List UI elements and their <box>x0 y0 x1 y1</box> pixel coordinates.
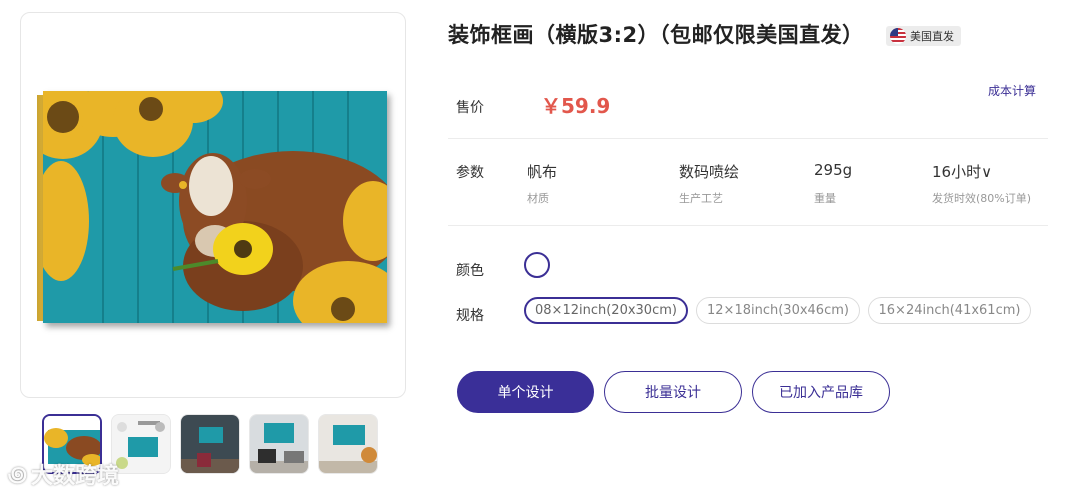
product-title: 装饰框画（横版3:2）（包邮仅限美国直发） <box>448 23 864 47</box>
ship-badge-label: 美国直发 <box>910 30 954 43</box>
price-value: ￥59.9 <box>541 94 611 118</box>
size-label: 规格 <box>456 308 484 324</box>
thumbnail-5[interactable] <box>318 414 378 474</box>
batch-design-button[interactable]: 批量设计 <box>604 371 742 413</box>
single-design-button[interactable]: 单个设计 <box>457 371 594 413</box>
thumbnail-3[interactable] <box>180 414 240 474</box>
param-weight-value: 295g <box>814 161 853 179</box>
param-process-value: 数码喷绘 <box>679 163 740 181</box>
param-material-value: 帆布 <box>527 163 558 181</box>
param-shipping-time-caption: 发货时效(80%订单) <box>932 192 1032 205</box>
main-product-image <box>43 91 387 323</box>
param-shipping-time-dropdown[interactable]: 16小时∨ <box>932 161 992 182</box>
watermark-text: 大数跨境 <box>31 464 120 489</box>
param-material-caption: 材质 <box>527 192 549 205</box>
size-option-16x24[interactable]: 16×24inch(41x61cm) <box>868 297 1031 324</box>
ship-badge: 美国直发 <box>886 26 961 46</box>
price-label: 售价 <box>456 100 484 116</box>
divider <box>448 225 1048 226</box>
added-to-library-button[interactable]: 已加入产品库 <box>752 371 890 413</box>
param-weight-caption: 重量 <box>814 192 836 205</box>
main-product-image-card <box>20 12 406 398</box>
size-option-8x12[interactable]: 08×12inch(20x30cm) <box>524 297 688 324</box>
watermark-logo-icon: ꩜ <box>8 461 27 486</box>
size-option-12x18[interactable]: 12×18inch(30x46cm) <box>696 297 860 324</box>
color-swatch-white[interactable] <box>524 252 550 278</box>
us-flag-icon <box>890 28 906 44</box>
divider <box>448 138 1048 139</box>
thumbnail-4[interactable] <box>249 414 309 474</box>
cost-calculation-link[interactable]: 成本计算 <box>988 82 1036 99</box>
param-process-caption: 生产工艺 <box>679 192 723 205</box>
watermark: ꩜ 大数跨境 <box>8 458 178 490</box>
color-label: 颜色 <box>456 263 484 279</box>
params-label: 参数 <box>456 165 484 181</box>
